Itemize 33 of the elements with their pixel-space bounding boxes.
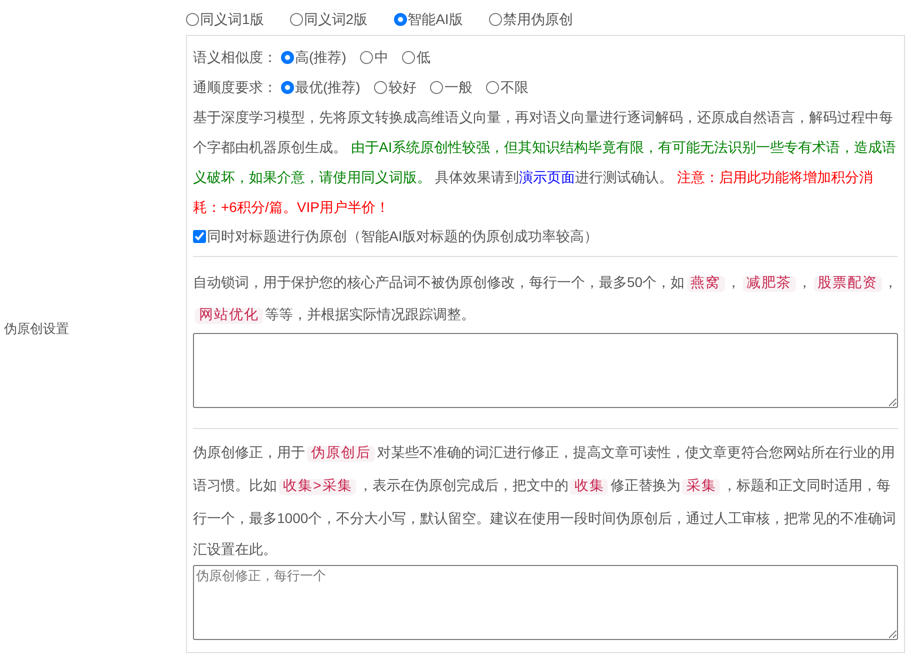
lock-words-help: 自动锁词，用于保护您的核心产品词不被伪原创修改，每行一个，最多50个，如 燕窝 ， 减肥茶 ， 股票配资 ， 网站优化 等等，并根据实际情况跟踪调整。 [193,273,898,326]
correction-field[interactable]: 伪原创修正，每行一个 [193,565,898,640]
radio-label: 高(推荐) [295,48,346,67]
radio-button[interactable] [488,12,502,26]
radio-label: 不限 [500,78,528,96]
radio-button[interactable] [394,12,407,26]
radio-label: 同义词2版 [304,10,368,28]
radio-label: 一般 [444,78,472,96]
section-label: 伪原创设置 [4,320,69,338]
checkbox-label: 同时对标题进行伪原创（智能AI版对标题的伪原创成功率较高） [207,226,598,246]
correction-help: 伪原创修正，用于 伪原创后 对某些不准确的词汇进行修正，提高文章可读性，使文章更符合您网站所在行业的用语习惯。比如 收集>采集 ，表示在伪原创完成后，把文中的 收集 修正替换为 采集 ，标题和正文同时适用，每行一个，最多1000个，不分大小写，默认留空。建议在使用一段时间伪原创后，通过人工审核，把常见的不准确词汇设置在此。 [193,443,898,559]
radio-button[interactable] [430,80,444,94]
radio-button[interactable] [281,80,294,94]
radio-label: 最优(推荐) [295,78,360,97]
radio-button[interactable] [186,12,199,26]
radio-button[interactable] [360,50,374,64]
lock-words-field[interactable] [193,333,898,408]
radio-button[interactable] [374,80,388,94]
field-label: 语义相似度： [193,48,277,66]
radio-label: 禁用伪原创 [502,10,573,28]
radio-label: 低 [416,48,430,66]
radio-label: 中 [374,48,388,66]
radio-label: 智能AI版 [408,10,463,28]
radio-button[interactable] [486,80,500,94]
radio-label: 较好 [388,78,416,96]
field-label: 通顺度要求： [193,78,277,96]
demo-link[interactable]: 演示页面 [518,169,575,185]
radio-button[interactable] [402,50,416,64]
radio-label: 同义词1版 [200,10,264,28]
radio-button[interactable] [290,12,303,26]
title-checkbox[interactable] [193,230,206,242]
radio-button[interactable] [281,50,294,64]
description-text: 基于深度学习模型，先将原文转换成高维语义向量，再对语义向量进行逐词解码，还原成自然语言，解码过程中每个字都由机器原创生成。 由于AI系统原创性较强，但其知识结构毕竟有限，有可能无法识别一些专有术语，造成语义破坏，如果介意，请使用同义词版。 具体效果请到演示页面进行测试确认。 注意：启用此功能将增加积分消耗：+6积分/篇。VIP用户半价！ [193,108,898,217]
